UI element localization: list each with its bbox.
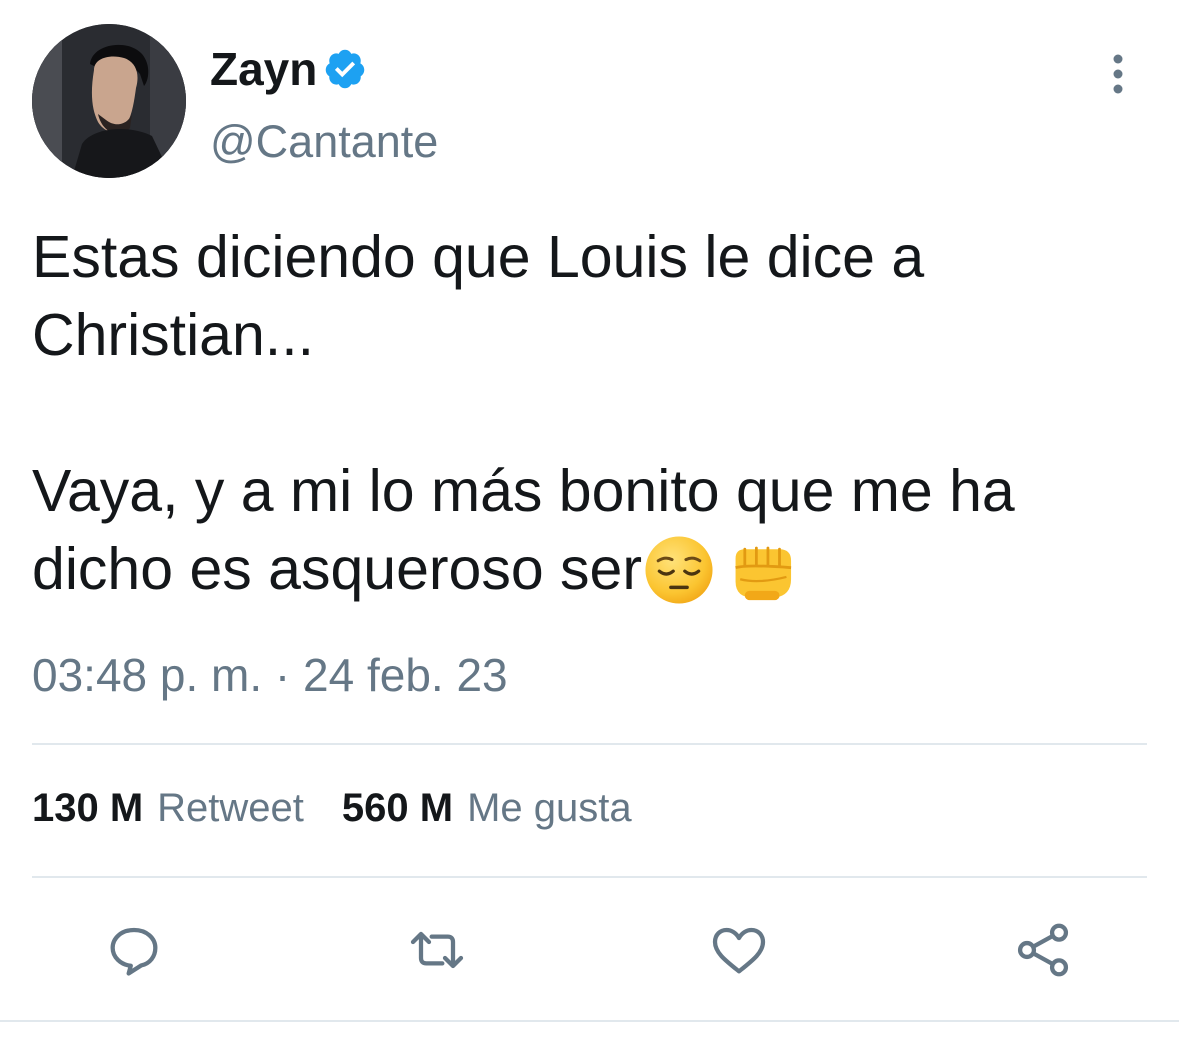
like-icon xyxy=(712,927,766,974)
like-button[interactable] xyxy=(699,910,779,990)
divider xyxy=(32,876,1147,878)
divider xyxy=(32,743,1147,745)
oncoming-fist-emoji-icon xyxy=(735,546,792,601)
tweet-actions xyxy=(0,910,1179,990)
tweet-card: Zayn @Cantante Estas diciendo que Louis … xyxy=(0,0,1179,1041)
share-icon xyxy=(1017,923,1069,977)
retweets-label: Retweet xyxy=(157,786,304,830)
likes-label: Me gusta xyxy=(467,786,632,830)
verified-badge-icon xyxy=(326,49,365,89)
retweets-count: 130 M xyxy=(32,786,144,830)
tweet-text: Estas diciendo que Louis le dice a Chris… xyxy=(32,218,1147,608)
display-name[interactable]: Zayn xyxy=(210,42,317,96)
tweet-header: Zayn @Cantante xyxy=(32,24,1147,184)
author-names: Zayn @Cantante xyxy=(210,38,438,168)
reply-button[interactable] xyxy=(94,910,174,990)
likes-stat[interactable]: 560 M Me gusta xyxy=(342,786,632,831)
display-name-row: Zayn xyxy=(210,38,438,100)
author-handle[interactable]: @Cantante xyxy=(210,116,438,168)
tweet-timestamp[interactable]: 03:48 p. m. · 24 feb. 23 xyxy=(32,648,508,702)
divider xyxy=(0,1020,1179,1022)
tweet-stats: 130 M Retweet 560 M Me gusta xyxy=(32,786,670,831)
likes-count: 560 M xyxy=(341,786,454,830)
reply-icon xyxy=(110,927,158,976)
tweet-text-line1: Estas diciendo que Louis le dice a Chris… xyxy=(32,224,941,368)
tweet-text-line2: Vaya, y a mi lo más bonito que me ha dic… xyxy=(32,458,1032,602)
avatar-image xyxy=(32,24,186,178)
avatar[interactable] xyxy=(32,24,186,178)
more-options-icon[interactable] xyxy=(1111,54,1125,94)
retweet-button[interactable] xyxy=(397,910,477,990)
retweets-stat[interactable]: 130 M Retweet xyxy=(32,786,304,831)
share-button[interactable] xyxy=(1003,910,1083,990)
pensive-face-emoji-icon xyxy=(645,536,713,604)
retweet-icon xyxy=(410,931,464,969)
